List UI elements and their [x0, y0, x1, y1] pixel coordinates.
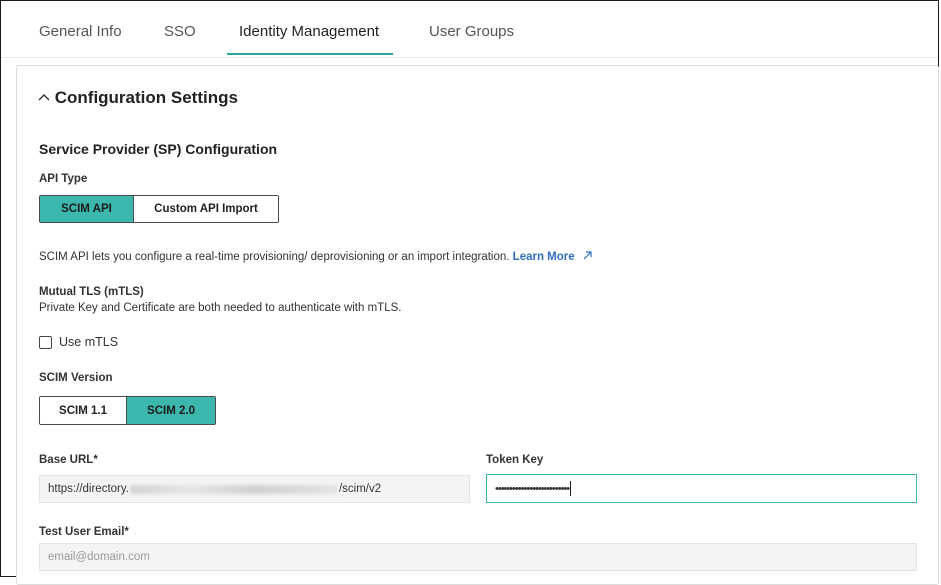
active-tab-indicator [227, 53, 393, 55]
scim-api-description-text: SCIM API lets you configure a real-time … [39, 251, 510, 263]
configuration-panel: Configuration Settings Service Provider … [16, 65, 939, 585]
base-url-prefix: https://directory. [48, 483, 129, 495]
base-url-suffix: /scim/v2 [338, 483, 382, 495]
window-frame: General Info SSO Identity Management Use… [0, 0, 939, 585]
learn-more-link[interactable]: Learn More [513, 251, 592, 263]
chevron-up-icon [38, 88, 50, 108]
configuration-settings-header[interactable]: Configuration Settings [38, 88, 238, 108]
tab-sso[interactable]: SSO [164, 23, 196, 40]
tab-bar: General Info SSO Identity Management Use… [1, 1, 938, 58]
configuration-settings-title: Configuration Settings [54, 88, 238, 107]
external-link-arrow-icon [578, 251, 592, 263]
learn-more-label: Learn More [512, 251, 575, 263]
tab-identity-management[interactable]: Identity Management [239, 23, 379, 40]
token-key-label: Token Key [486, 454, 544, 466]
scim-api-description: SCIM API lets you configure a real-time … [39, 251, 592, 263]
custom-api-import-option[interactable]: Custom API Import [133, 196, 278, 222]
redacted-url-segment [129, 484, 338, 494]
test-user-email-input[interactable]: email@domain.com [39, 543, 917, 571]
base-url-label: Base URL* [39, 454, 98, 466]
scim-version-toggle: SCIM 1.1 SCIM 2.0 [39, 396, 216, 425]
test-user-email-label: Test User Email* [39, 526, 129, 538]
token-key-input[interactable]: •••••••••••••••••••••••••• [486, 474, 917, 503]
tab-general-info[interactable]: General Info [39, 23, 122, 40]
scim-api-option[interactable]: SCIM API [40, 196, 133, 222]
api-type-label: API Type [39, 173, 88, 185]
text-caret [570, 481, 572, 496]
use-mtls-checkbox[interactable] [39, 336, 52, 349]
use-mtls-label[interactable]: Use mTLS [59, 335, 118, 349]
tab-user-groups[interactable]: User Groups [429, 23, 514, 40]
scim-2-0-option[interactable]: SCIM 2.0 [126, 397, 215, 424]
scim-1-1-option[interactable]: SCIM 1.1 [40, 397, 126, 424]
test-user-email-placeholder: email@domain.com [48, 551, 150, 563]
mtls-heading: Mutual TLS (mTLS) [39, 286, 144, 298]
scim-version-label: SCIM Version [39, 372, 113, 384]
base-url-input[interactable]: https://directory. /scim/v2 [39, 475, 470, 503]
sp-configuration-heading: Service Provider (SP) Configuration [39, 141, 278, 157]
token-key-masked-value: •••••••••••••••••••••••••• [495, 482, 570, 495]
mtls-description: Private Key and Certificate are both nee… [39, 302, 402, 314]
api-type-toggle: SCIM API Custom API Import [39, 195, 279, 223]
